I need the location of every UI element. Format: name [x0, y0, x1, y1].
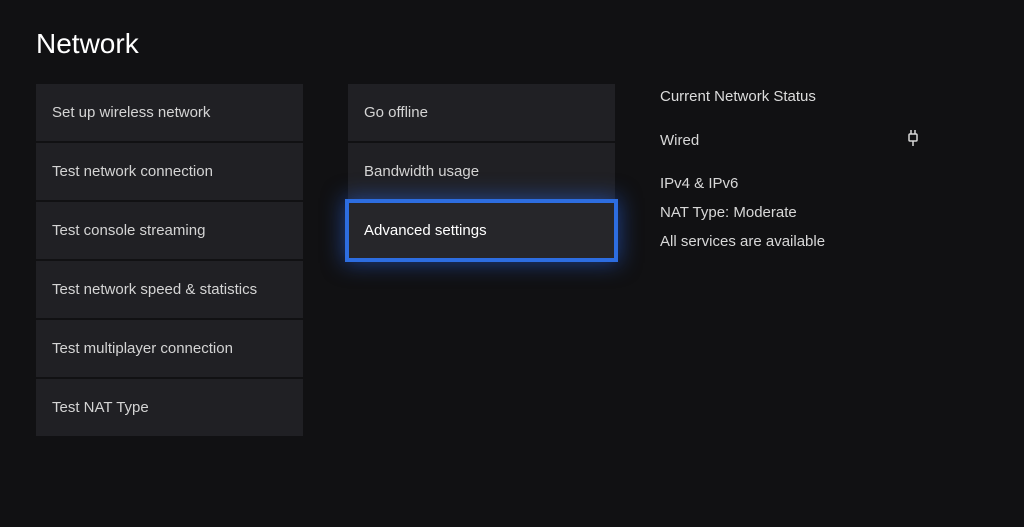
status-details: IPv4 & IPv6 NAT Type: Moderate All servi… — [660, 175, 960, 250]
advanced-settings-button[interactable]: Advanced settings — [348, 202, 615, 259]
status-ip-version: IPv4 & IPv6 — [660, 175, 960, 192]
go-offline-button[interactable]: Go offline — [348, 84, 615, 141]
setup-wireless-button[interactable]: Set up wireless network — [36, 84, 303, 141]
status-connection-row: Wired — [660, 129, 960, 151]
network-content: Set up wireless network Test network con… — [0, 84, 1024, 436]
bandwidth-usage-button[interactable]: Bandwidth usage — [348, 143, 615, 200]
plug-icon — [906, 129, 920, 151]
mid-menu: Go offline Bandwidth usage Advanced sett… — [348, 84, 615, 436]
test-console-streaming-button[interactable]: Test console streaming — [36, 202, 303, 259]
test-network-speed-button[interactable]: Test network speed & statistics — [36, 261, 303, 318]
status-nat-type: NAT Type: Moderate — [660, 204, 960, 221]
left-menu: Set up wireless network Test network con… — [36, 84, 303, 436]
page-title: Network — [0, 0, 1024, 84]
test-nat-type-button[interactable]: Test NAT Type — [36, 379, 303, 436]
status-services: All services are available — [660, 233, 960, 250]
test-network-connection-button[interactable]: Test network connection — [36, 143, 303, 200]
status-heading: Current Network Status — [660, 88, 960, 105]
test-multiplayer-button[interactable]: Test multiplayer connection — [36, 320, 303, 377]
status-connection-type: Wired — [660, 132, 699, 149]
network-status-panel: Current Network Status Wired IPv4 & IPv6… — [660, 84, 960, 436]
